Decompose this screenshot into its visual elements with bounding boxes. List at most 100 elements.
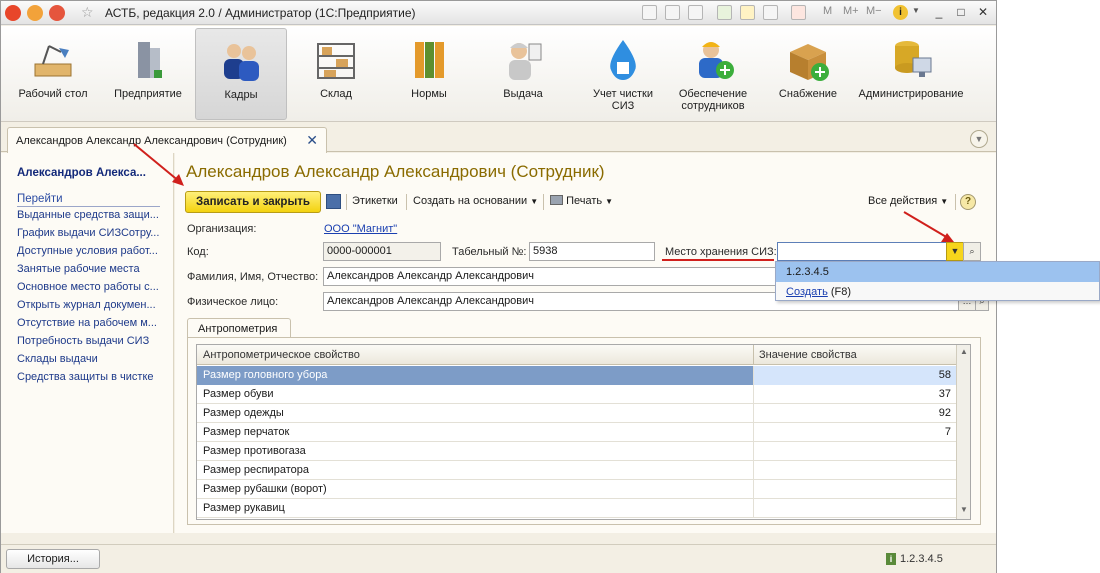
info-icon[interactable]: i <box>893 5 908 20</box>
memory-m-plus[interactable]: M+ <box>843 5 859 17</box>
column-header-property[interactable]: Антропометрическое свойство <box>203 349 360 361</box>
table-row[interactable]: Размер рубашки (ворот) <box>197 480 957 499</box>
divider <box>346 194 347 210</box>
favorites-icon[interactable] <box>740 5 755 20</box>
scroll-down-icon[interactable]: ▼ <box>958 505 970 519</box>
org-link[interactable]: ООО "Магнит" <box>324 223 397 235</box>
tab-anthropometry[interactable]: Антропометрия <box>187 318 291 338</box>
history-button[interactable]: История... <box>6 549 100 569</box>
cell-property: Размер рукавиц <box>203 502 285 514</box>
chevron-down-icon[interactable]: ▼ <box>946 242 964 261</box>
tab-number-field[interactable]: 5938 <box>529 242 655 261</box>
memory-m[interactable]: M <box>823 5 832 17</box>
worker-icon <box>499 36 547 84</box>
table-row[interactable]: Размер противогаза <box>197 442 957 461</box>
tab-employee[interactable]: Александров Александр Александрович (Сот… <box>7 127 327 153</box>
popup-option[interactable]: 1.2.3.4.5 <box>776 262 1099 282</box>
column-header-value[interactable]: Значение свойства <box>759 349 857 361</box>
nav-title[interactable]: Александров Алекса... <box>17 167 163 179</box>
dropdown-arrow-icon: ▼ <box>605 197 614 206</box>
nav-item-main-workplace[interactable]: Основное место работы с... <box>17 281 163 293</box>
nav-item-issued-siz[interactable]: Выданные средства защи... <box>17 209 163 221</box>
employee-form: Александров Александр Александрович (Сот… <box>175 153 996 533</box>
all-actions-button[interactable]: Все действия ▼ <box>868 195 948 207</box>
storage-field[interactable] <box>777 242 947 261</box>
section-issue[interactable]: Выдача <box>483 28 563 120</box>
history-icon[interactable] <box>763 5 778 20</box>
printer-icon <box>550 195 563 205</box>
maximize-button[interactable]: □ <box>952 4 970 21</box>
save-icon[interactable] <box>326 194 341 209</box>
info-dropdown-icon[interactable]: ▼ <box>912 6 920 15</box>
cell-value[interactable]: 58 <box>939 369 951 381</box>
nav-item-siz-needs[interactable]: Потребность выдачи СИЗ <box>17 335 163 347</box>
fio-label: Фамилия, Имя, Отчество: <box>187 271 319 283</box>
cell-value[interactable]: 37 <box>939 388 951 400</box>
section-siz-cleaning[interactable]: Учет чистки СИЗ <box>578 28 668 120</box>
form-toolbar: Записать и закрыть Этикетки Создать на о… <box>185 191 975 215</box>
section-warehouse[interactable]: Склад <box>297 28 375 120</box>
nav-item-documents-journal[interactable]: Открыть журнал докумен... <box>17 299 163 311</box>
save-icon[interactable] <box>642 5 657 20</box>
home-icon[interactable] <box>49 5 65 21</box>
chevron-down-icon[interactable]: ▼ <box>970 130 988 148</box>
app-logo-icon[interactable] <box>5 5 21 21</box>
section-procurement[interactable]: Снабжение <box>768 28 848 120</box>
table-row[interactable]: Размер одежды 92 <box>197 404 957 423</box>
print-label: Печать <box>566 195 603 207</box>
divider <box>753 423 754 442</box>
code-label: Код: <box>187 246 209 258</box>
section-norms[interactable]: Нормы <box>390 28 468 120</box>
print-icon[interactable] <box>665 5 680 20</box>
nav-item-siz-cleaning[interactable]: Средства защиты в чистке <box>17 371 163 383</box>
scroll-up-icon[interactable]: ▲ <box>958 347 970 361</box>
section-employee-supply[interactable]: Обеспечение сотрудников <box>673 28 753 120</box>
preview-icon[interactable] <box>688 5 703 20</box>
version-label: 1.2.3.4.5 <box>900 553 943 565</box>
favorite-star-icon[interactable]: ☆ <box>81 4 94 21</box>
divider <box>753 461 754 480</box>
section-administration[interactable]: Администрирование <box>856 28 966 120</box>
nav-item-workplaces[interactable]: Занятые рабочие места <box>17 263 163 275</box>
title-bar: ☆ АСТБ, редакция 2.0 / Администратор (1С… <box>1 1 996 25</box>
table-row[interactable]: Размер головного убора 58 <box>197 366 957 385</box>
calendar-icon[interactable] <box>791 5 806 20</box>
refresh-icon[interactable] <box>717 5 732 20</box>
water-drop-shirt-icon <box>599 36 647 84</box>
table-header: Антропометрическое свойство Значение сво… <box>197 345 957 365</box>
divider <box>753 442 754 461</box>
labels-button[interactable]: Этикетки <box>352 195 398 207</box>
building-icon <box>124 36 172 84</box>
create-based-on-button[interactable]: Создать на основании ▼ <box>413 195 538 207</box>
tab-number-label: Табельный №: <box>452 246 527 258</box>
save-and-close-button[interactable]: Записать и закрыть <box>185 191 321 213</box>
close-window-button[interactable]: ✕ <box>974 4 992 21</box>
code-field[interactable]: 0000-000001 <box>323 242 441 261</box>
cell-value[interactable]: 92 <box>939 407 951 419</box>
cell-value[interactable]: 7 <box>945 426 951 438</box>
nav-item-issue-schedule[interactable]: График выдачи СИЗСотру... <box>17 227 163 239</box>
nav-item-issue-warehouses[interactable]: Склады выдачи <box>17 353 163 365</box>
memory-m-minus[interactable]: M− <box>866 5 882 17</box>
help-icon[interactable]: ? <box>960 194 976 210</box>
divider <box>753 480 754 499</box>
section-personnel[interactable]: Кадры <box>195 28 287 120</box>
vertical-scrollbar[interactable]: ▲ ▼ <box>956 345 970 519</box>
table-row[interactable]: Размер рукавиц <box>197 499 957 518</box>
print-button[interactable]: Печать ▼ <box>550 195 613 207</box>
table-row[interactable]: Размер обуви 37 <box>197 385 957 404</box>
selection-highlight <box>754 366 957 385</box>
nav-item-absence[interactable]: Отсутствие на рабочем м... <box>17 317 163 329</box>
section-enterprise[interactable]: Предприятие <box>108 28 188 120</box>
main-menu-icon[interactable] <box>27 5 43 21</box>
table-row[interactable]: Размер респиратора <box>197 461 957 480</box>
nav-item-work-conditions[interactable]: Доступные условия работ... <box>17 245 163 257</box>
database-computer-icon <box>887 36 935 84</box>
section-desktop[interactable]: Рабочий стол <box>13 28 93 120</box>
minimize-button[interactable]: _ <box>930 4 948 21</box>
close-icon[interactable]: ✕ <box>306 132 318 149</box>
nav-goto-header: Перейти <box>17 193 63 205</box>
table-row[interactable]: Размер перчаток 7 <box>197 423 957 442</box>
search-icon[interactable]: ⌕ <box>963 242 981 261</box>
create-link[interactable]: Создать <box>786 286 828 298</box>
